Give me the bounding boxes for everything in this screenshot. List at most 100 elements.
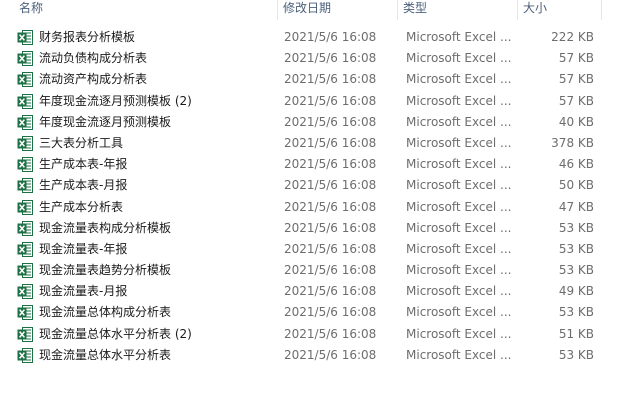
file-type: Microsoft Excel ... — [406, 51, 512, 66]
file-date-modified: 2021/5/6 16:08 — [284, 284, 377, 299]
file-row[interactable]: 三大表分析工具 2021/5/6 16:08 Microsoft Excel .… — [0, 133, 640, 154]
file-size: 57 KB — [558, 72, 594, 87]
file-size: 222 KB — [551, 30, 594, 44]
file-row[interactable]: 现金流量表构成分析模板 2021/5/6 16:08 Microsoft Exc… — [0, 218, 640, 239]
excel-file-icon — [17, 197, 33, 218]
excel-file-icon — [17, 218, 33, 239]
file-type: Microsoft Excel ... — [406, 347, 512, 362]
file-type: Microsoft Excel ... — [406, 241, 512, 256]
file-date-modified: 2021/5/6 16:08 — [284, 114, 377, 129]
file-row[interactable]: 现金流量总体构成分析表 2021/5/6 16:08 Microsoft Exc… — [0, 302, 640, 323]
excel-file-icon — [17, 112, 33, 133]
file-name: 生产成本分析表 — [39, 199, 124, 214]
file-explorer-list: 名称 修改日期 类型 大小 财务报表分析模板 2021/5/6 16:08 Mi… — [0, 0, 640, 400]
file-size: 46 KB — [558, 157, 594, 172]
file-name: 现金流量表构成分析模板 — [39, 220, 172, 235]
file-name: 财务报表分析模板 — [39, 30, 136, 44]
file-type: Microsoft Excel ... — [406, 199, 512, 214]
file-row[interactable]: 生产成本表-月报 2021/5/6 16:08 Microsoft Excel … — [0, 175, 640, 196]
excel-file-icon — [17, 27, 33, 48]
file-row[interactable]: 生产成本表-年报 2021/5/6 16:08 Microsoft Excel … — [0, 154, 640, 175]
file-type: Microsoft Excel ... — [406, 93, 512, 108]
file-name: 年度现金流逐月预测模板 — [39, 114, 172, 129]
file-size: 40 KB — [558, 114, 594, 129]
file-row[interactable]: 财务报表分析模板 2021/5/6 16:08 Microsoft Excel … — [0, 27, 640, 48]
file-name: 现金流量总体水平分析表 — [39, 347, 172, 362]
excel-file-icon — [17, 302, 33, 323]
file-date-modified: 2021/5/6 16:08 — [284, 178, 377, 193]
file-row[interactable]: 现金流量总体水平分析表 2021/5/6 16:08 Microsoft Exc… — [0, 345, 640, 366]
file-size: 53 KB — [558, 220, 594, 235]
file-type: Microsoft Excel ... — [406, 305, 512, 320]
file-row[interactable]: 现金流量表趋势分析模板 2021/5/6 16:08 Microsoft Exc… — [0, 260, 640, 281]
file-size: 50 KB — [558, 178, 594, 193]
file-type: Microsoft Excel ... — [406, 326, 512, 341]
column-header-name[interactable]: 名称 — [14, 0, 278, 20]
file-date-modified: 2021/5/6 16:08 — [284, 199, 377, 214]
file-date-modified: 2021/5/6 16:08 — [284, 72, 377, 87]
file-size: 47 KB — [558, 199, 594, 214]
excel-file-icon — [17, 281, 33, 302]
file-date-modified: 2021/5/6 16:08 — [284, 220, 377, 235]
file-date-modified: 2021/5/6 16:08 — [284, 326, 377, 341]
file-type: Microsoft Excel ... — [406, 178, 512, 193]
file-row[interactable]: 现金流量表-年报 2021/5/6 16:08 Microsoft Excel … — [0, 239, 640, 260]
file-type: Microsoft Excel ... — [406, 114, 512, 129]
file-date-modified: 2021/5/6 16:08 — [284, 263, 377, 278]
file-date-modified: 2021/5/6 16:08 — [284, 347, 377, 362]
file-date-modified: 2021/5/6 16:08 — [284, 241, 377, 256]
file-size: 53 KB — [558, 347, 594, 362]
file-row[interactable]: 现金流量表-月报 2021/5/6 16:08 Microsoft Excel … — [0, 281, 640, 302]
file-size: 53 KB — [558, 241, 594, 256]
file-size: 53 KB — [558, 263, 594, 278]
excel-file-icon — [17, 91, 33, 112]
file-list: 财务报表分析模板 2021/5/6 16:08 Microsoft Excel … — [0, 27, 640, 366]
file-row[interactable]: 现金流量总体水平分析表 (2) 2021/5/6 16:08 Microsoft… — [0, 324, 640, 345]
file-date-modified: 2021/5/6 16:08 — [284, 305, 377, 320]
file-type: Microsoft Excel ... — [406, 263, 512, 278]
file-type: Microsoft Excel ... — [406, 72, 512, 87]
column-header-bar: 名称 修改日期 类型 大小 — [0, 0, 640, 22]
file-name: 流动资产构成分析表 — [39, 72, 148, 87]
file-date-modified: 2021/5/6 16:08 — [284, 135, 377, 150]
file-name: 现金流量表趋势分析模板 — [39, 263, 172, 278]
file-date-modified: 2021/5/6 16:08 — [284, 51, 377, 66]
file-name: 三大表分析工具 — [39, 135, 124, 150]
file-date-modified: 2021/5/6 16:08 — [284, 93, 377, 108]
excel-file-icon — [17, 48, 33, 69]
excel-file-icon — [17, 175, 33, 196]
excel-file-icon — [17, 260, 33, 281]
file-name: 年度现金流逐月预测模板 (2) — [39, 93, 192, 108]
file-row[interactable]: 年度现金流逐月预测模板 2021/5/6 16:08 Microsoft Exc… — [0, 112, 640, 133]
file-row[interactable]: 年度现金流逐月预测模板 (2) 2021/5/6 16:08 Microsoft… — [0, 91, 640, 112]
file-type: Microsoft Excel ... — [406, 157, 512, 172]
column-header-size[interactable]: 大小 — [518, 0, 602, 20]
file-row[interactable]: 流动资产构成分析表 2021/5/6 16:08 Microsoft Excel… — [0, 69, 640, 90]
file-size: 57 KB — [558, 93, 594, 108]
file-type: Microsoft Excel ... — [406, 284, 512, 299]
excel-file-icon — [17, 69, 33, 90]
file-row[interactable]: 生产成本分析表 2021/5/6 16:08 Microsoft Excel .… — [0, 197, 640, 218]
column-header-type[interactable]: 类型 — [398, 0, 518, 20]
file-type: Microsoft Excel ... — [406, 30, 512, 44]
file-name: 流动负债构成分析表 — [39, 51, 148, 66]
file-size: 51 KB — [558, 326, 594, 341]
excel-file-icon — [17, 345, 33, 366]
excel-file-icon — [17, 133, 33, 154]
file-name: 现金流量表-月报 — [39, 284, 128, 299]
file-type: Microsoft Excel ... — [406, 220, 512, 235]
file-row[interactable]: 流动负债构成分析表 2021/5/6 16:08 Microsoft Excel… — [0, 48, 640, 69]
file-type: Microsoft Excel ... — [406, 135, 512, 150]
column-header-date-modified[interactable]: 修改日期 — [278, 0, 398, 20]
file-date-modified: 2021/5/6 16:08 — [284, 30, 377, 44]
excel-file-icon — [17, 239, 33, 260]
excel-file-icon — [17, 154, 33, 175]
file-date-modified: 2021/5/6 16:08 — [284, 157, 377, 172]
file-size: 53 KB — [558, 305, 594, 320]
file-size: 49 KB — [558, 284, 594, 299]
excel-file-icon — [17, 324, 33, 345]
file-name: 现金流量总体水平分析表 (2) — [39, 326, 192, 341]
file-name: 生产成本表-月报 — [39, 178, 128, 193]
file-size: 378 KB — [551, 135, 594, 150]
file-name: 现金流量总体构成分析表 — [39, 305, 172, 320]
